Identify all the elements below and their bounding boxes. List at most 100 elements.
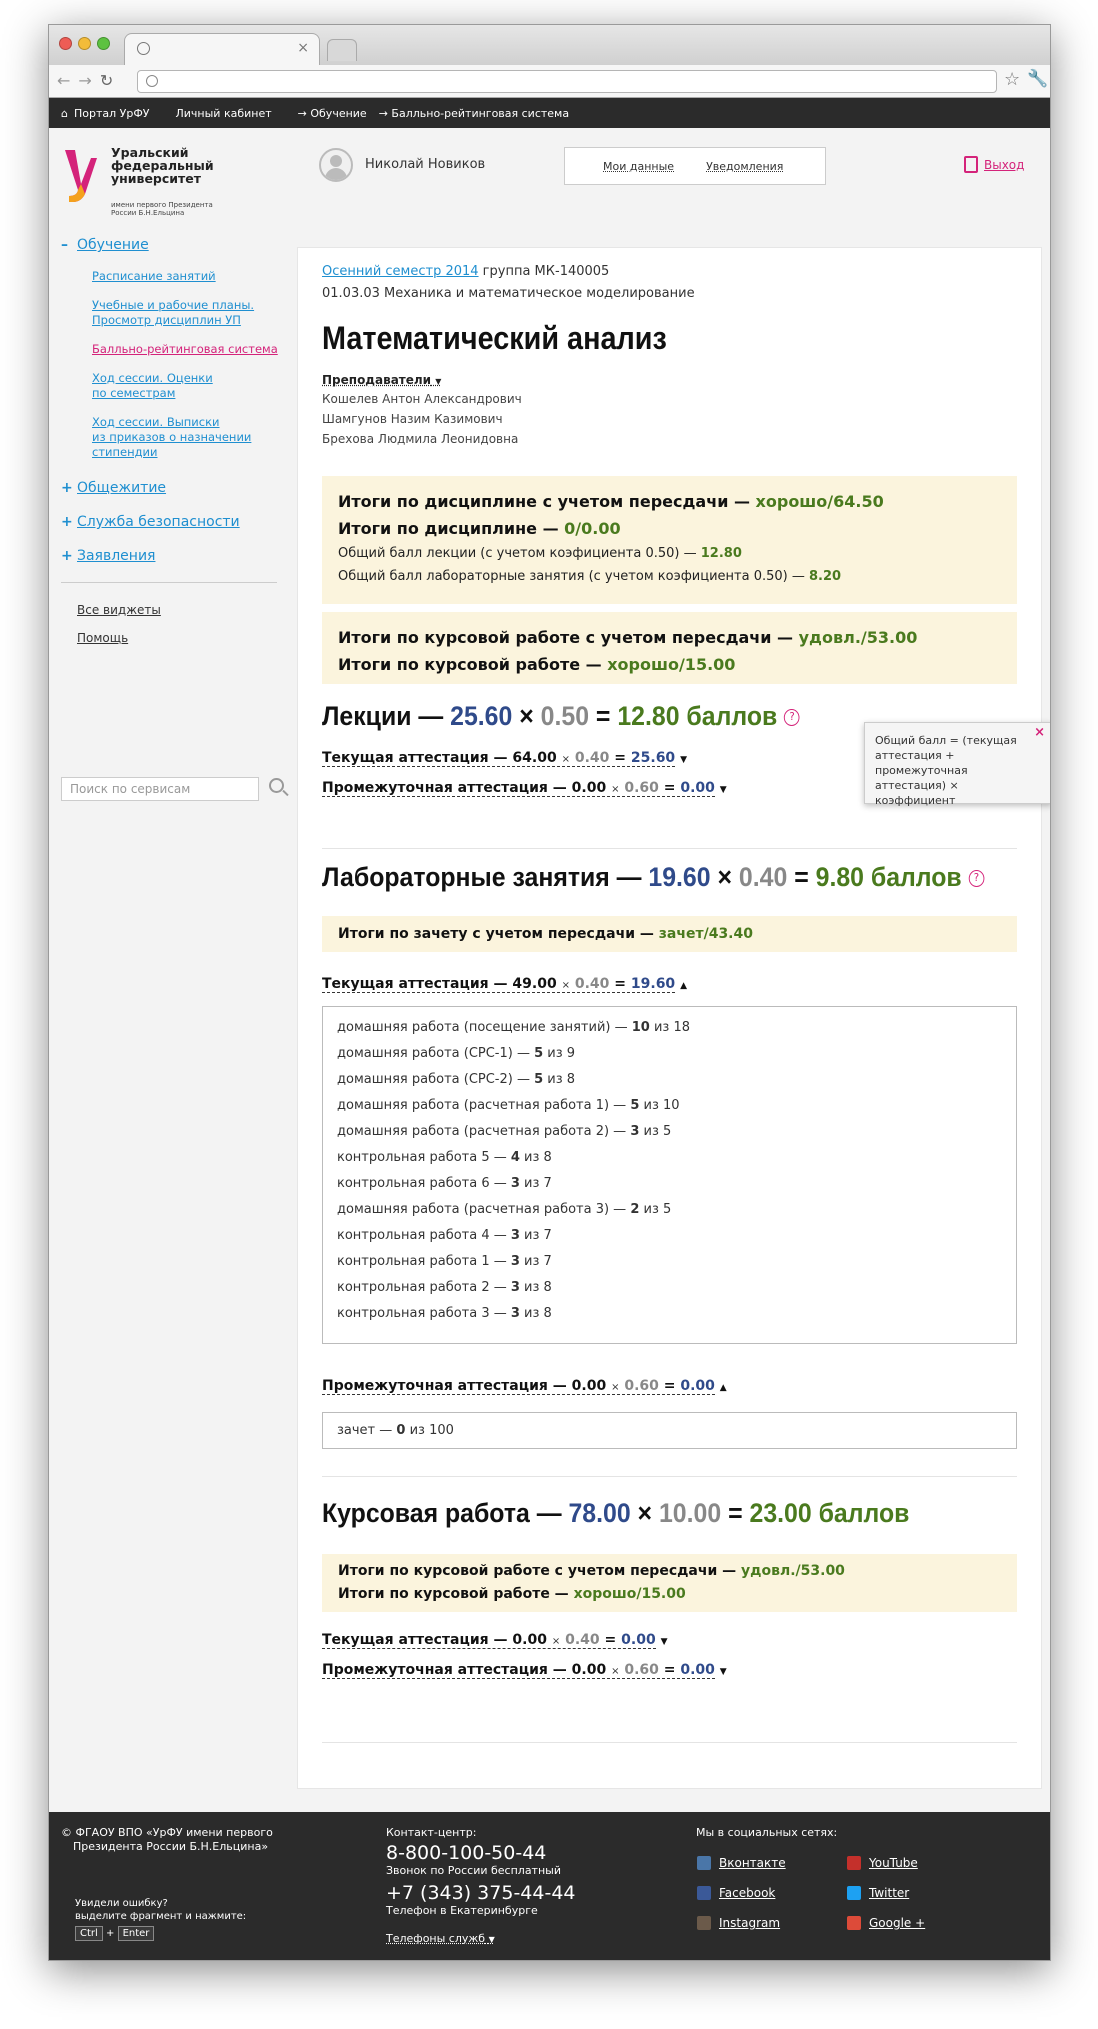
phone-1-note: Звонок по России бесплатный <box>386 1864 561 1877</box>
home-icon[interactable]: ⌂ <box>61 107 68 120</box>
all-widgets-link[interactable]: Все виджеты <box>77 603 289 617</box>
phone-2[interactable]: +7 (343) 375-44-44 <box>386 1882 576 1904</box>
help-icon[interactable]: ? <box>784 709 800 727</box>
dropdown-icon: ▼ <box>719 1667 727 1677</box>
youtube-icon <box>847 1856 861 1870</box>
reload-icon[interactable]: ↻ <box>100 71 113 90</box>
list-item: контрольная работа 4 — 3 из 7 <box>337 1228 552 1243</box>
list-item: домашняя работа (СРС-2) — 5 из 8 <box>337 1072 576 1087</box>
list-item: домашняя работа (посещение занятий) — 10… <box>337 1020 691 1035</box>
tab-close-icon[interactable]: × <box>297 40 309 56</box>
service-phones-toggle[interactable]: Телефоны служб ▼ <box>386 1932 495 1947</box>
sidebar-item-schedule[interactable]: Расписание занятий <box>92 269 289 284</box>
instagram-icon <box>697 1916 711 1930</box>
minimize-window-button[interactable] <box>78 37 91 50</box>
dropdown-icon: ▼ <box>435 377 442 386</box>
coursework-box: Итоги по курсовой работе с учетом пересд… <box>322 1554 1017 1612</box>
nav-learning[interactable]: → Обучение <box>298 107 367 120</box>
avatar[interactable] <box>319 148 353 182</box>
page-title: Математический анализ <box>322 320 667 356</box>
nav-portal[interactable]: Портал УрФУ <box>74 107 150 120</box>
expand-icon[interactable]: + <box>61 514 73 530</box>
teacher: Шамгунов Назим Казимович <box>322 412 503 426</box>
coursework-interim[interactable]: Промежуточная аттестация — 0.00 × 0.60 =… <box>322 1662 1017 1679</box>
list-item: контрольная работа 1 — 3 из 7 <box>337 1254 552 1269</box>
globe-icon <box>137 42 150 55</box>
teachers-toggle[interactable]: Преподаватели ▼ <box>322 373 1017 387</box>
list-item: контрольная работа 5 — 4 из 8 <box>337 1150 552 1165</box>
sidebar-item-security[interactable]: + Служба безопасности <box>61 514 289 530</box>
sidebar-item-brs[interactable]: Балльно-рейтинговая система <box>92 342 289 357</box>
expand-icon[interactable]: + <box>61 548 73 564</box>
phone-2-note: Телефон в Екатеринбурге <box>386 1904 538 1917</box>
twitter-icon <box>847 1886 861 1900</box>
labs-current-list: домашняя работа (посещение занятий) — 10… <box>322 1006 1017 1344</box>
user-menu: Мои данные Уведомления <box>564 147 826 185</box>
footer: © ФГАОУ ВПО «УрФУ имени первого Президент… <box>49 1812 1050 1960</box>
urfu-logo-icon[interactable] <box>61 148 101 204</box>
browser-window: × ← → ↻ ☆ 🔧 ⌂ Портал УрФУ Личный кабинет… <box>48 24 1051 1961</box>
collapse-icon[interactable]: – <box>61 237 68 253</box>
back-icon[interactable]: ← <box>57 71 70 90</box>
forward-icon[interactable]: → <box>78 71 91 90</box>
sidebar-divider <box>61 582 277 583</box>
sidebar-item-learning[interactable]: – Обучение <box>61 237 289 253</box>
divider <box>322 1476 1017 1477</box>
exit-icon[interactable] <box>964 156 978 173</box>
list-item: домашняя работа (расчетная работа 1) — 5… <box>337 1098 680 1113</box>
instagram-link[interactable]: Instagram <box>697 1916 780 1930</box>
phone-1[interactable]: 8-800-100-50-44 <box>386 1842 546 1864</box>
coursework-current[interactable]: Текущая аттестация — 0.00 × 0.40 = 0.00 … <box>322 1632 1017 1649</box>
logo-subtitle: имени первого Президента России Б.Н.Ельци… <box>111 201 213 217</box>
teacher: Кошелев Антон Александрович <box>322 392 522 406</box>
help-icon[interactable]: ? <box>968 870 985 888</box>
gplus-link[interactable]: Google + <box>847 1916 925 1930</box>
bookmark-star-icon[interactable]: ☆ <box>1004 69 1020 90</box>
tab-strip: × <box>49 25 1050 65</box>
twitter-link[interactable]: Twitter <box>847 1886 909 1900</box>
sidebar: – Обучение Расписание занятий Учебные и р… <box>49 237 289 659</box>
search-icon[interactable] <box>269 778 284 793</box>
collapse-arrow-icon: ▲ <box>680 981 687 991</box>
labs-interim[interactable]: Промежуточная аттестация — 0.00 × 0.60 =… <box>322 1378 1017 1395</box>
nav-cabinet[interactable]: Личный кабинет <box>176 107 272 120</box>
browser-tab[interactable]: × <box>124 33 320 65</box>
close-window-button[interactable] <box>59 37 72 50</box>
sidebar-item-dorm[interactable]: + Общежитие <box>61 480 289 496</box>
labs-current[interactable]: Текущая аттестация — 49.00 × 0.40 = 19.6… <box>322 976 1017 993</box>
facebook-icon <box>697 1886 711 1900</box>
list-item: контрольная работа 2 — 3 из 8 <box>337 1280 552 1295</box>
semester-link[interactable]: Осенний семестр 2014 <box>322 264 479 279</box>
sidebar-item-applications[interactable]: + Заявления <box>61 548 289 564</box>
zoom-window-button[interactable] <box>97 37 110 50</box>
youtube-link[interactable]: YouTube <box>847 1856 918 1870</box>
close-icon[interactable]: × <box>1034 725 1045 740</box>
sidebar-item-session-orders[interactable]: Ход сессии. Выписки из приказов о назначе… <box>92 415 289 460</box>
top-navigation: ⌂ Портал УрФУ Личный кабинет → Обучение … <box>49 98 1050 128</box>
dropdown-icon: ▼ <box>719 785 727 795</box>
notifications-link[interactable]: Уведомления <box>706 160 783 173</box>
new-tab-button[interactable] <box>327 39 357 61</box>
facebook-link[interactable]: Facebook <box>697 1886 775 1900</box>
expand-icon[interactable]: + <box>61 480 73 496</box>
vk-link[interactable]: Вконтакте <box>697 1856 786 1870</box>
wrench-icon[interactable]: 🔧 <box>1027 69 1048 89</box>
address-bar[interactable] <box>137 70 997 93</box>
coursework-title: Курсовая работа — 78.00 × 10.00 = 23.00 … <box>322 1498 910 1528</box>
social-label: Мы в социальных сетях: <box>696 1826 838 1839</box>
logo-text: Уральский федеральный университет <box>111 145 214 186</box>
search-input[interactable]: Поиск по сервисам <box>61 777 259 801</box>
main-content: Осенний семестр 2014 группа МК-140005 01… <box>297 247 1042 1789</box>
sidebar-item-plans[interactable]: Учебные и рабочие планы. Просмотр дисципл… <box>92 298 289 328</box>
google-plus-icon <box>847 1916 861 1930</box>
list-item: домашняя работа (расчетная работа 2) — 3… <box>337 1124 672 1139</box>
sidebar-item-session-grades[interactable]: Ход сессии. Оценки по семестрам <box>92 371 289 401</box>
vk-icon <box>697 1856 711 1870</box>
help-link[interactable]: Помощь <box>77 631 289 645</box>
dropdown-icon: ▼ <box>488 1935 495 1944</box>
my-data-link[interactable]: Мои данные <box>603 160 674 173</box>
nav-brs[interactable]: → Балльно-рейтинговая система <box>379 107 569 120</box>
exit-link[interactable]: Выход <box>984 158 1024 172</box>
error-report: Увидели ошибку? выделите фрагмент и нажми… <box>75 1898 247 1941</box>
labs-exam-summary: Итоги по зачету с учетом пересдачи — зач… <box>322 916 1017 952</box>
